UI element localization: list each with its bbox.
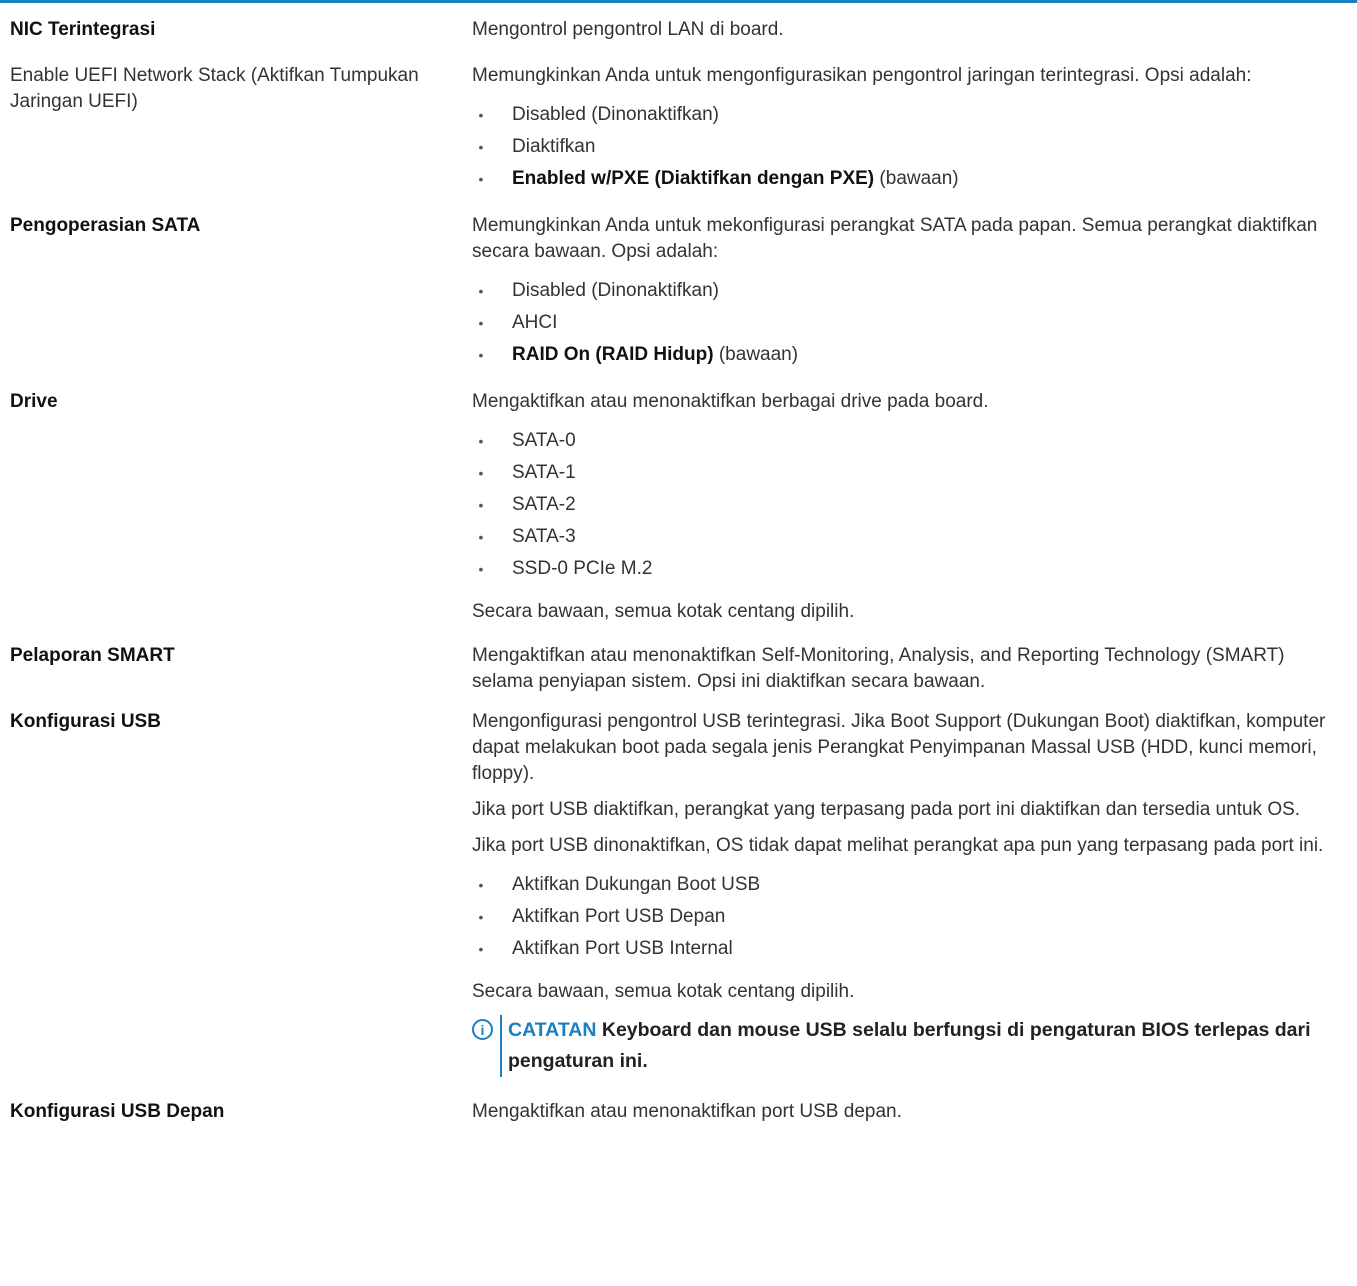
list-item: • SSD-0 PCIe M.2 bbox=[472, 553, 1337, 585]
bullet-icon: • bbox=[478, 877, 484, 893]
setting-label-cell: Konfigurasi USB bbox=[0, 709, 472, 1077]
setting-label-cell: NIC Terintegrasi bbox=[0, 17, 472, 53]
bullet-icon: • bbox=[478, 529, 484, 545]
setting-label: Pelaporan SMART bbox=[10, 645, 175, 666]
bullet-icon: • bbox=[478, 139, 484, 155]
setting-paragraph: Jika port USB diaktifkan, perangkat yang… bbox=[472, 799, 1301, 820]
setting-label: Konfigurasi USB Depan bbox=[10, 1101, 225, 1122]
setting-label-cell: Pengoperasian SATA bbox=[0, 213, 472, 381]
setting-label-cell: Konfigurasi USB Depan bbox=[0, 1099, 472, 1135]
setting-description-cell: Mengonfigurasi pengontrol USB terintegra… bbox=[472, 709, 1357, 1077]
setting-description: Memungkinkan Anda untuk mekonfigurasi pe… bbox=[472, 215, 1318, 262]
table-row: Konfigurasi USB Mengonfigurasi pengontro… bbox=[0, 709, 1357, 1077]
option-list: • Disabled (Dinonaktifkan) • Diaktifkan • E… bbox=[472, 99, 1337, 195]
table-row: Konfigurasi USB Depan Mengaktifkan atau … bbox=[0, 1099, 1357, 1135]
setting-description-cell: Mengaktifkan atau menonaktifkan berbagai… bbox=[472, 389, 1357, 635]
list-item: • SATA-0 bbox=[472, 425, 1337, 457]
list-item: • Disabled (Dinonaktifkan) bbox=[472, 99, 1337, 131]
setting-description: Mengaktifkan atau menonaktifkan berbagai… bbox=[472, 391, 989, 412]
setting-label: Konfigurasi USB bbox=[10, 711, 161, 732]
setting-label: Drive bbox=[10, 391, 58, 412]
bullet-icon: • bbox=[478, 433, 484, 449]
list-item: • Diaktifkan bbox=[472, 131, 1337, 163]
list-item: • AHCI bbox=[472, 307, 1337, 339]
setting-footer: Secara bawaan, semua kotak centang dipil… bbox=[472, 601, 855, 622]
settings-table: NIC Terintegrasi Mengontrol pengontrol L… bbox=[0, 17, 1357, 1135]
setting-label-cell: Pelaporan SMART bbox=[0, 643, 472, 705]
list-item: • Aktifkan Port USB Internal bbox=[472, 933, 1337, 965]
top-rule bbox=[0, 0, 1357, 3]
list-item: • Aktifkan Dukungan Boot USB bbox=[472, 869, 1337, 901]
table-row: Pelaporan SMART Mengaktifkan atau menona… bbox=[0, 643, 1357, 705]
setting-label-cell: Enable UEFI Network Stack (Aktifkan Tump… bbox=[0, 63, 472, 205]
list-item: • Aktifkan Port USB Depan bbox=[472, 901, 1337, 933]
setting-paragraph: Jika port USB dinonaktifkan, OS tidak da… bbox=[472, 835, 1324, 856]
setting-description-cell: Memungkinkan Anda untuk mekonfigurasi pe… bbox=[472, 213, 1357, 381]
note-tag: CATATAN bbox=[508, 1019, 597, 1041]
list-item: • Disabled (Dinonaktifkan) bbox=[472, 275, 1337, 307]
setting-description: Mengontrol pengontrol LAN di board. bbox=[472, 19, 784, 40]
setting-description-cell: Mengaktifkan atau menonaktifkan Self-Mon… bbox=[472, 643, 1357, 705]
setting-description: Mengonfigurasi pengontrol USB terintegra… bbox=[472, 711, 1326, 784]
setting-description: Mengaktifkan atau menonaktifkan port USB… bbox=[472, 1101, 902, 1122]
setting-description-cell: Memungkinkan Anda untuk mengonfigurasika… bbox=[472, 63, 1357, 205]
bullet-icon: • bbox=[478, 561, 484, 577]
setting-footer: Secara bawaan, semua kotak centang dipil… bbox=[472, 981, 855, 1002]
bullet-icon: • bbox=[478, 347, 484, 363]
table-row: Drive Mengaktifkan atau menonaktifkan be… bbox=[0, 389, 1357, 635]
setting-description-cell: Mengontrol pengontrol LAN di board. bbox=[472, 17, 1357, 53]
option-list: • Aktifkan Dukungan Boot USB • Aktifkan Po… bbox=[472, 869, 1337, 965]
bullet-icon: • bbox=[478, 465, 484, 481]
list-item: • SATA-2 bbox=[472, 489, 1337, 521]
setting-label: Pengoperasian SATA bbox=[10, 215, 201, 236]
list-item: • SATA-3 bbox=[472, 521, 1337, 553]
option-list: • SATA-0 • SATA-1 • SATA-2 • SATA-3 • SSD-0 P… bbox=[472, 425, 1337, 585]
list-item-default: • RAID On (RAID Hidup) (bawaan) bbox=[472, 339, 1337, 371]
note-box: i CATATAN Keyboard dan mouse USB selalu … bbox=[472, 1015, 1337, 1077]
setting-description: Memungkinkan Anda untuk mengonfigurasika… bbox=[472, 65, 1252, 86]
list-item-default: • Enabled w/PXE (Diaktifkan dengan PXE) (… bbox=[472, 163, 1337, 195]
note-text: Keyboard dan mouse USB selalu berfungsi … bbox=[508, 1019, 1311, 1072]
bullet-icon: • bbox=[478, 283, 484, 299]
option-list: • Disabled (Dinonaktifkan) • AHCI • RAID On… bbox=[472, 275, 1337, 371]
info-icon: i bbox=[472, 1019, 493, 1040]
bullet-icon: • bbox=[478, 107, 484, 123]
setting-label-cell: Drive bbox=[0, 389, 472, 635]
table-row: NIC Terintegrasi Mengontrol pengontrol L… bbox=[0, 17, 1357, 53]
bullet-icon: • bbox=[478, 171, 484, 187]
bullet-icon: • bbox=[478, 909, 484, 925]
setting-label: Enable UEFI Network Stack (Aktifkan Tump… bbox=[10, 65, 419, 112]
bullet-icon: • bbox=[478, 941, 484, 957]
table-row: Pengoperasian SATA Memungkinkan Anda unt… bbox=[0, 213, 1357, 381]
table-row: Enable UEFI Network Stack (Aktifkan Tump… bbox=[0, 63, 1357, 205]
setting-description: Mengaktifkan atau menonaktifkan Self-Mon… bbox=[472, 645, 1285, 692]
bullet-icon: • bbox=[478, 315, 484, 331]
setting-label: NIC Terintegrasi bbox=[10, 19, 156, 40]
note-text-block: CATATAN Keyboard dan mouse USB selalu be… bbox=[500, 1015, 1337, 1077]
setting-description-cell: Mengaktifkan atau menonaktifkan port USB… bbox=[472, 1099, 1357, 1135]
list-item: • SATA-1 bbox=[472, 457, 1337, 489]
bullet-icon: • bbox=[478, 497, 484, 513]
